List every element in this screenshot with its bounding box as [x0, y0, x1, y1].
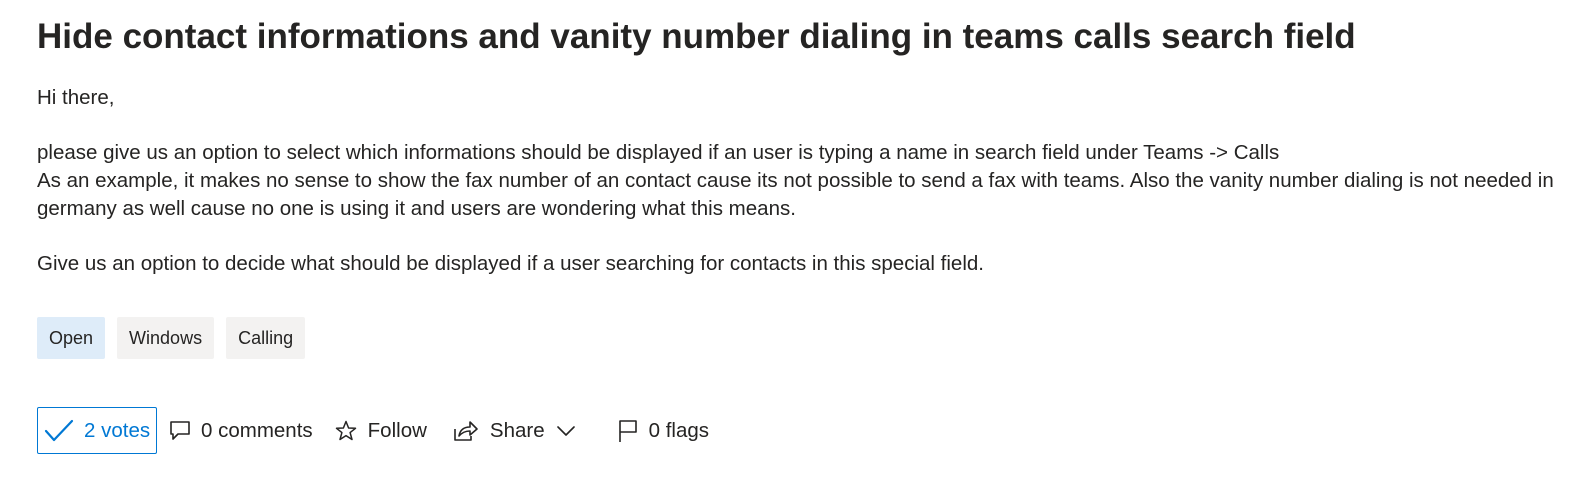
flag-icon	[618, 419, 638, 443]
share-icon	[453, 420, 479, 442]
flags-label: 0 flags	[648, 418, 710, 442]
comments-label: 0 comments	[201, 418, 313, 442]
share-label: Share	[489, 418, 545, 442]
vote-button[interactable]: 2 votes	[37, 407, 157, 454]
description-line: please give us an option to select which…	[37, 141, 1280, 165]
description-line: Give us an option to decide what should …	[37, 252, 984, 276]
description-line: germany as well cause no one is using it…	[37, 196, 796, 220]
platform-tag[interactable]: Windows	[117, 317, 215, 359]
follow-button[interactable]: Follow	[335, 419, 427, 443]
comment-icon	[169, 420, 191, 442]
description-line: As an example, it makes no sense to show…	[37, 169, 1554, 193]
status-tag[interactable]: Open	[37, 317, 106, 359]
idea-page: Hide contact informations and vanity num…	[0, 0, 1591, 484]
share-button[interactable]: Share	[453, 419, 586, 443]
category-tag[interactable]: Calling	[226, 317, 306, 359]
follow-label: Follow	[367, 418, 427, 442]
tag-list: Open Windows Calling	[37, 317, 306, 359]
flags-button[interactable]: 0 flags	[618, 419, 709, 443]
comments-button[interactable]: 0 comments	[169, 419, 313, 443]
vote-count-label: 2 votes	[84, 418, 151, 442]
star-icon	[335, 420, 357, 442]
idea-description: Hi there, please give us an option to se…	[37, 84, 1587, 278]
description-greeting: Hi there,	[37, 86, 115, 109]
checkmark-icon	[44, 419, 84, 443]
idea-title: Hide contact informations and vanity num…	[37, 17, 1356, 56]
chevron-down-icon[interactable]	[556, 425, 575, 437]
action-bar: 2 votes 0 comments Follow Share 0 flags	[37, 407, 709, 454]
